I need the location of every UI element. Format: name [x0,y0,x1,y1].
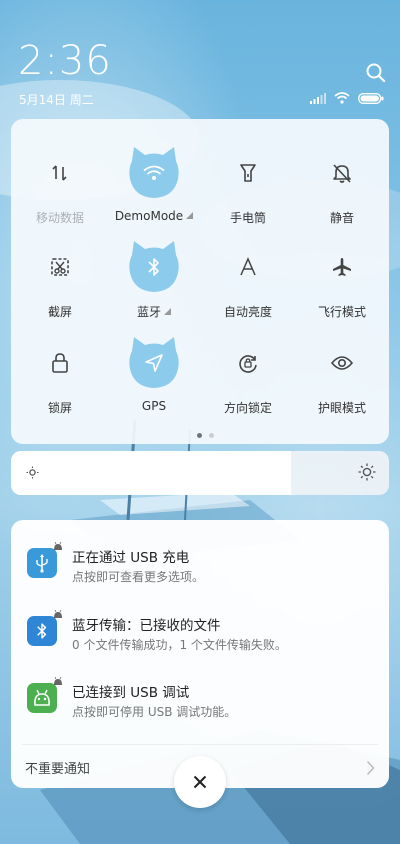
search-icon[interactable] [365,62,387,84]
page-dot [209,433,214,438]
tile-auto-brightness[interactable]: 自动亮度 [201,241,295,320]
lock-icon [34,337,86,389]
android-badge-icon [54,542,62,550]
usb-icon [27,548,57,578]
brightness-slider[interactable] [11,451,389,495]
unimportant-notifications-link[interactable]: 不重要通知 [25,758,90,777]
tile-airplane[interactable]: 飞行模式 [295,241,389,320]
tile-mute[interactable]: 静音 [295,147,389,226]
eye-icon [316,337,368,389]
tile-label: 锁屏 [47,401,72,415]
notification-title: 已连接到 USB 调试 [72,685,190,701]
clock-time: 2:36 [18,38,112,84]
mobile-data-icon [34,147,86,199]
notification-text: 0 个文件传输成功，1 个文件传输失败。 [72,638,287,652]
android-icon [27,683,57,713]
tile-gps[interactable]: GPS [107,337,201,413]
tile-eye-care[interactable]: 护眼模式 [295,337,389,416]
android-badge-icon [54,677,62,685]
wifi-icon [128,147,180,199]
brightness-fill [11,451,291,495]
sun-large-icon [358,463,376,481]
chevron-right-icon[interactable] [366,760,375,776]
clear-notifications-button[interactable] [174,756,226,808]
notification-title: 蓝牙传输：已接收的文件 [72,618,221,634]
location-arrow-icon [128,337,180,389]
airplane-icon [316,241,368,293]
tile-label: 自动亮度 [223,305,272,319]
tile-label: 移动数据 [35,211,84,225]
page-indicator [197,433,214,438]
notification-bluetooth-transfer[interactable]: 蓝牙传输：已接收的文件 0 个文件传输成功，1 个文件传输失败。 [27,610,377,664]
mute-bell-icon [316,147,368,199]
sun-small-icon [26,466,39,479]
signal-corner-icon [186,212,194,219]
bluetooth-icon [27,616,57,646]
tile-label: 护眼模式 [317,401,366,415]
quick-settings-panel: 移动数据 DemoMode 手电筒 静音 截屏 蓝牙 自动亮度 飞行模式 锁屏 … [11,119,389,444]
flashlight-icon [222,147,274,199]
notification-title: 正在通过 USB 充电 [72,550,190,566]
signal-corner-icon [164,308,171,315]
date-label: 5月14日 周二 [19,93,94,107]
close-icon [193,775,207,789]
rotation-lock-icon [222,337,274,389]
tile-bluetooth[interactable]: 蓝牙 [107,241,201,320]
tile-flashlight[interactable]: 手电筒 [201,147,295,226]
status-icons [310,92,384,104]
notification-usb-charging[interactable]: 正在通过 USB 充电 点按即可查看更多选项。 [27,542,377,596]
android-badge-icon [54,610,62,618]
tile-label: 方向锁定 [223,401,272,415]
tile-label: GPS [141,399,167,413]
notification-text: 点按即可查看更多选项。 [72,570,205,584]
notification-panel: 正在通过 USB 充电 点按即可查看更多选项。 蓝牙传输：已接收的文件 0 个文… [11,520,389,788]
screenshot-icon [34,241,86,293]
tile-label: 静音 [329,211,354,225]
auto-brightness-icon [222,241,274,293]
tile-label: 截屏 [47,305,72,319]
page-dot-active [197,433,202,438]
tile-label: 蓝牙 [136,305,161,319]
tile-lock-screen[interactable]: 锁屏 [13,337,107,416]
wifi-status-icon [334,92,350,104]
divider [22,744,378,745]
tile-label: 飞行模式 [317,305,366,319]
notification-usb-debugging[interactable]: 已连接到 USB 调试 点按即可停用 USB 调试功能。 [27,677,377,731]
signal-icon [310,92,326,104]
tile-screenshot[interactable]: 截屏 [13,241,107,320]
tile-label: DemoMode [114,209,184,223]
tile-wifi[interactable]: DemoMode [107,147,201,223]
tile-mobile-data[interactable]: 移动数据 [13,147,107,226]
tile-label: 手电筒 [229,211,266,225]
battery-icon [358,92,384,104]
notification-text: 点按即可停用 USB 调试功能。 [72,705,237,719]
bluetooth-icon [128,241,180,293]
tile-rotation-lock[interactable]: 方向锁定 [201,337,295,416]
